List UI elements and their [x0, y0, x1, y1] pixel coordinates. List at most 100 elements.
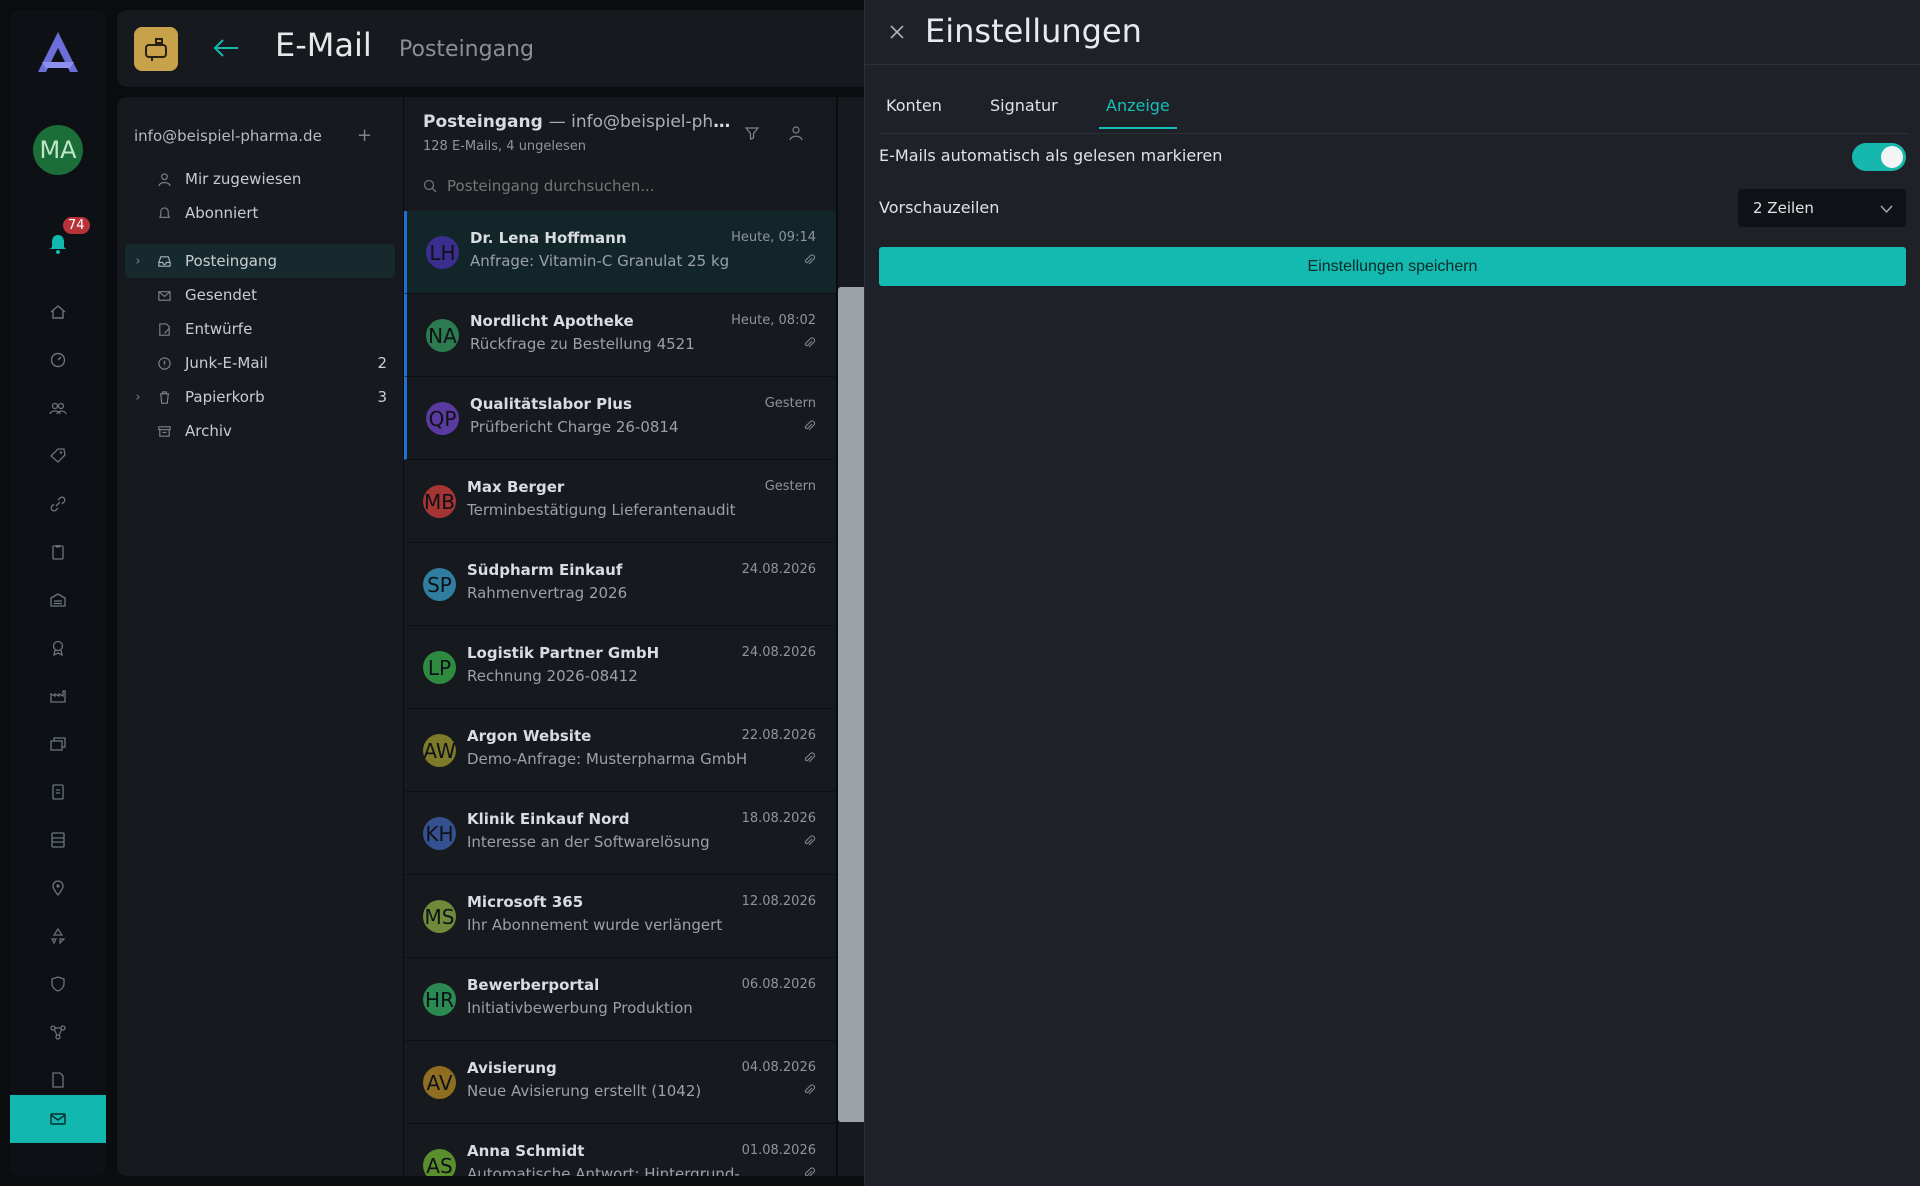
folder-label: Junk-E-Mail [185, 354, 268, 372]
mail-list-item[interactable]: SP Südpharm Einkauf Rahmenvertrag 2026 24.0… [404, 543, 836, 626]
folder-abonniert[interactable]: Abonniert [125, 196, 395, 230]
app-logo-icon[interactable] [32, 28, 84, 80]
mail-list-item[interactable]: QP Qualitätslabor Plus Prüfbericht Charge … [404, 377, 836, 460]
sender-avatar: AW [423, 734, 456, 767]
sender-avatar: LH [426, 236, 459, 269]
nav-mail-active[interactable] [10, 1095, 106, 1143]
folder-archiv[interactable]: Archiv [125, 414, 395, 448]
account-name[interactable]: info@beispiel-pharma.de [134, 127, 322, 145]
folder-count: 2 [377, 354, 387, 372]
folder-label: Gesendet [185, 286, 258, 304]
archive-icon [151, 424, 177, 439]
tab-anzeige[interactable]: Anzeige [1099, 96, 1177, 129]
auto-read-toggle[interactable] [1852, 143, 1906, 171]
person-filter-icon[interactable] [788, 125, 804, 141]
mail-list-item[interactable]: NA Nordlicht Apotheke Rückfrage zu Bestell… [404, 294, 836, 377]
sender-avatar: AV [423, 1066, 456, 1099]
mail-subject: Anfrage: Vitamin-C Granulat 25 kg [470, 252, 730, 270]
search-input[interactable] [447, 177, 787, 195]
notifications-bell-icon[interactable] [46, 232, 70, 256]
sender-avatar: LP [423, 651, 456, 684]
folder-gesendet[interactable]: Gesendet [125, 278, 395, 312]
mail-date: Heute, 09:14 [731, 230, 816, 245]
folder-label: Mir zugewiesen [185, 170, 302, 188]
nav-warehouse-icon[interactable] [46, 588, 70, 612]
sender-avatar: KH [423, 817, 456, 850]
tab-konten[interactable]: Konten [886, 96, 942, 127]
auto-read-label: E-Mails automatisch als gelesen markiere… [879, 146, 1223, 165]
folder-papierkorb[interactable]: › Papierkorb 3 [125, 380, 395, 414]
nav-server-icon[interactable] [46, 828, 70, 852]
nav-tags-icon[interactable] [46, 444, 70, 468]
mail-list-item[interactable]: AV Avisierung Neue Avisierung erstellt (10… [404, 1041, 836, 1124]
sender-avatar: AS [423, 1149, 456, 1176]
folder-label: Posteingang [185, 252, 278, 270]
mail-list-item[interactable]: HR Bewerberportal Initiativbewerbung Produ… [404, 958, 836, 1041]
nav-stack-icon[interactable] [46, 732, 70, 756]
mail-subject: Ihr Abonnement wurde verlängert [467, 916, 723, 934]
nav-document-icon[interactable] [46, 1068, 70, 1092]
folder-label: Entwürfe [185, 320, 253, 338]
mail-subject: Terminbestätigung Lieferantenaudit [467, 501, 736, 519]
add-folder-icon[interactable]: + [357, 125, 372, 146]
mail-list-item[interactable]: AW Argon Website Demo-Anfrage: Musterpharm… [404, 709, 836, 792]
chevron-right-icon[interactable]: › [125, 254, 151, 269]
user-avatar[interactable]: MA [33, 125, 83, 175]
mail-date: 06.08.2026 [741, 977, 816, 992]
mail-date: 18.08.2026 [741, 811, 816, 826]
mail-sender: Bewerberportal [467, 976, 600, 994]
nav-award-icon[interactable] [46, 636, 70, 660]
mail-date: 04.08.2026 [741, 1060, 816, 1075]
nav-clipboard-icon[interactable] [46, 540, 70, 564]
search-box [423, 174, 813, 198]
close-icon[interactable] [889, 24, 905, 40]
nav-shield-icon[interactable] [46, 972, 70, 996]
nav-contacts-icon[interactable] [46, 396, 70, 420]
nav-location-icon[interactable] [46, 876, 70, 900]
folder-junk[interactable]: Junk-E-Mail 2 [125, 346, 395, 380]
mail-subject: Rückfrage zu Bestellung 4521 [470, 335, 695, 353]
nav-link-icon[interactable] [46, 492, 70, 516]
mail-subject: Neue Avisierung erstellt (1042) [467, 1082, 702, 1100]
back-arrow-icon[interactable] [212, 36, 240, 60]
nav-network-icon[interactable] [46, 1020, 70, 1044]
paperclip-icon [804, 752, 816, 763]
preview-lines-select[interactable]: 2 Zeilen [1738, 189, 1906, 227]
page-subtitle: Posteingang [399, 37, 534, 62]
mail-date: Gestern [764, 396, 816, 411]
nav-dashboard-icon[interactable] [46, 348, 70, 372]
folder-mir-zugewiesen[interactable]: Mir zugewiesen [125, 162, 395, 196]
preview-lines-label: Vorschauzeilen [879, 198, 1000, 217]
mail-sender: Nordlicht Apotheke [470, 312, 634, 330]
mail-list-item[interactable]: KH Klinik Einkauf Nord Interesse an der So… [404, 792, 836, 875]
folder-posteingang[interactable]: › Posteingang [125, 244, 395, 278]
mail-list-item[interactable]: MB Max Berger Terminbestätigung Lieferante… [404, 460, 836, 543]
list-title-account: — info@beispiel-phar... [548, 112, 733, 132]
folder-entwuerfe[interactable]: Entwürfe [125, 312, 395, 346]
mail-list-item[interactable]: AS Anna Schmidt Automatische Antwort: Hint… [404, 1124, 836, 1176]
nav-home-icon[interactable] [46, 300, 70, 324]
chevron-right-icon[interactable]: › [125, 390, 151, 405]
save-settings-button[interactable]: Einstellungen speichern [879, 247, 1906, 286]
search-icon [423, 179, 437, 193]
nav-invoice-icon[interactable] [46, 780, 70, 804]
mail-list-item[interactable]: MS Microsoft 365 Ihr Abonnement wurde verl… [404, 875, 836, 958]
sender-avatar: QP [426, 402, 459, 435]
toggle-knob [1881, 146, 1903, 168]
nav-recycle-icon[interactable] [46, 924, 70, 948]
paperclip-icon [804, 420, 816, 431]
paperclip-icon [804, 1167, 816, 1176]
filter-icon[interactable] [744, 125, 760, 141]
nav-factory-icon[interactable] [46, 684, 70, 708]
inbox-icon [151, 254, 177, 269]
list-title: Posteingang — info@beispiel-phar... [423, 112, 733, 132]
mail-sender: Max Berger [467, 478, 565, 496]
paperclip-icon [804, 337, 816, 348]
settings-drawer: Einstellungen Konten Signatur Anzeige E-… [864, 0, 1920, 1186]
mail-list-item[interactable]: LH Dr. Lena Hoffmann Anfrage: Vitamin-C Gr… [404, 211, 836, 294]
person-icon [151, 172, 177, 187]
mail-list-item[interactable]: LP Logistik Partner GmbH Rechnung 2026-084… [404, 626, 836, 709]
folder-label: Abonniert [185, 204, 259, 222]
tab-signatur[interactable]: Signatur [990, 96, 1058, 127]
mail-sender: Avisierung [467, 1059, 557, 1077]
